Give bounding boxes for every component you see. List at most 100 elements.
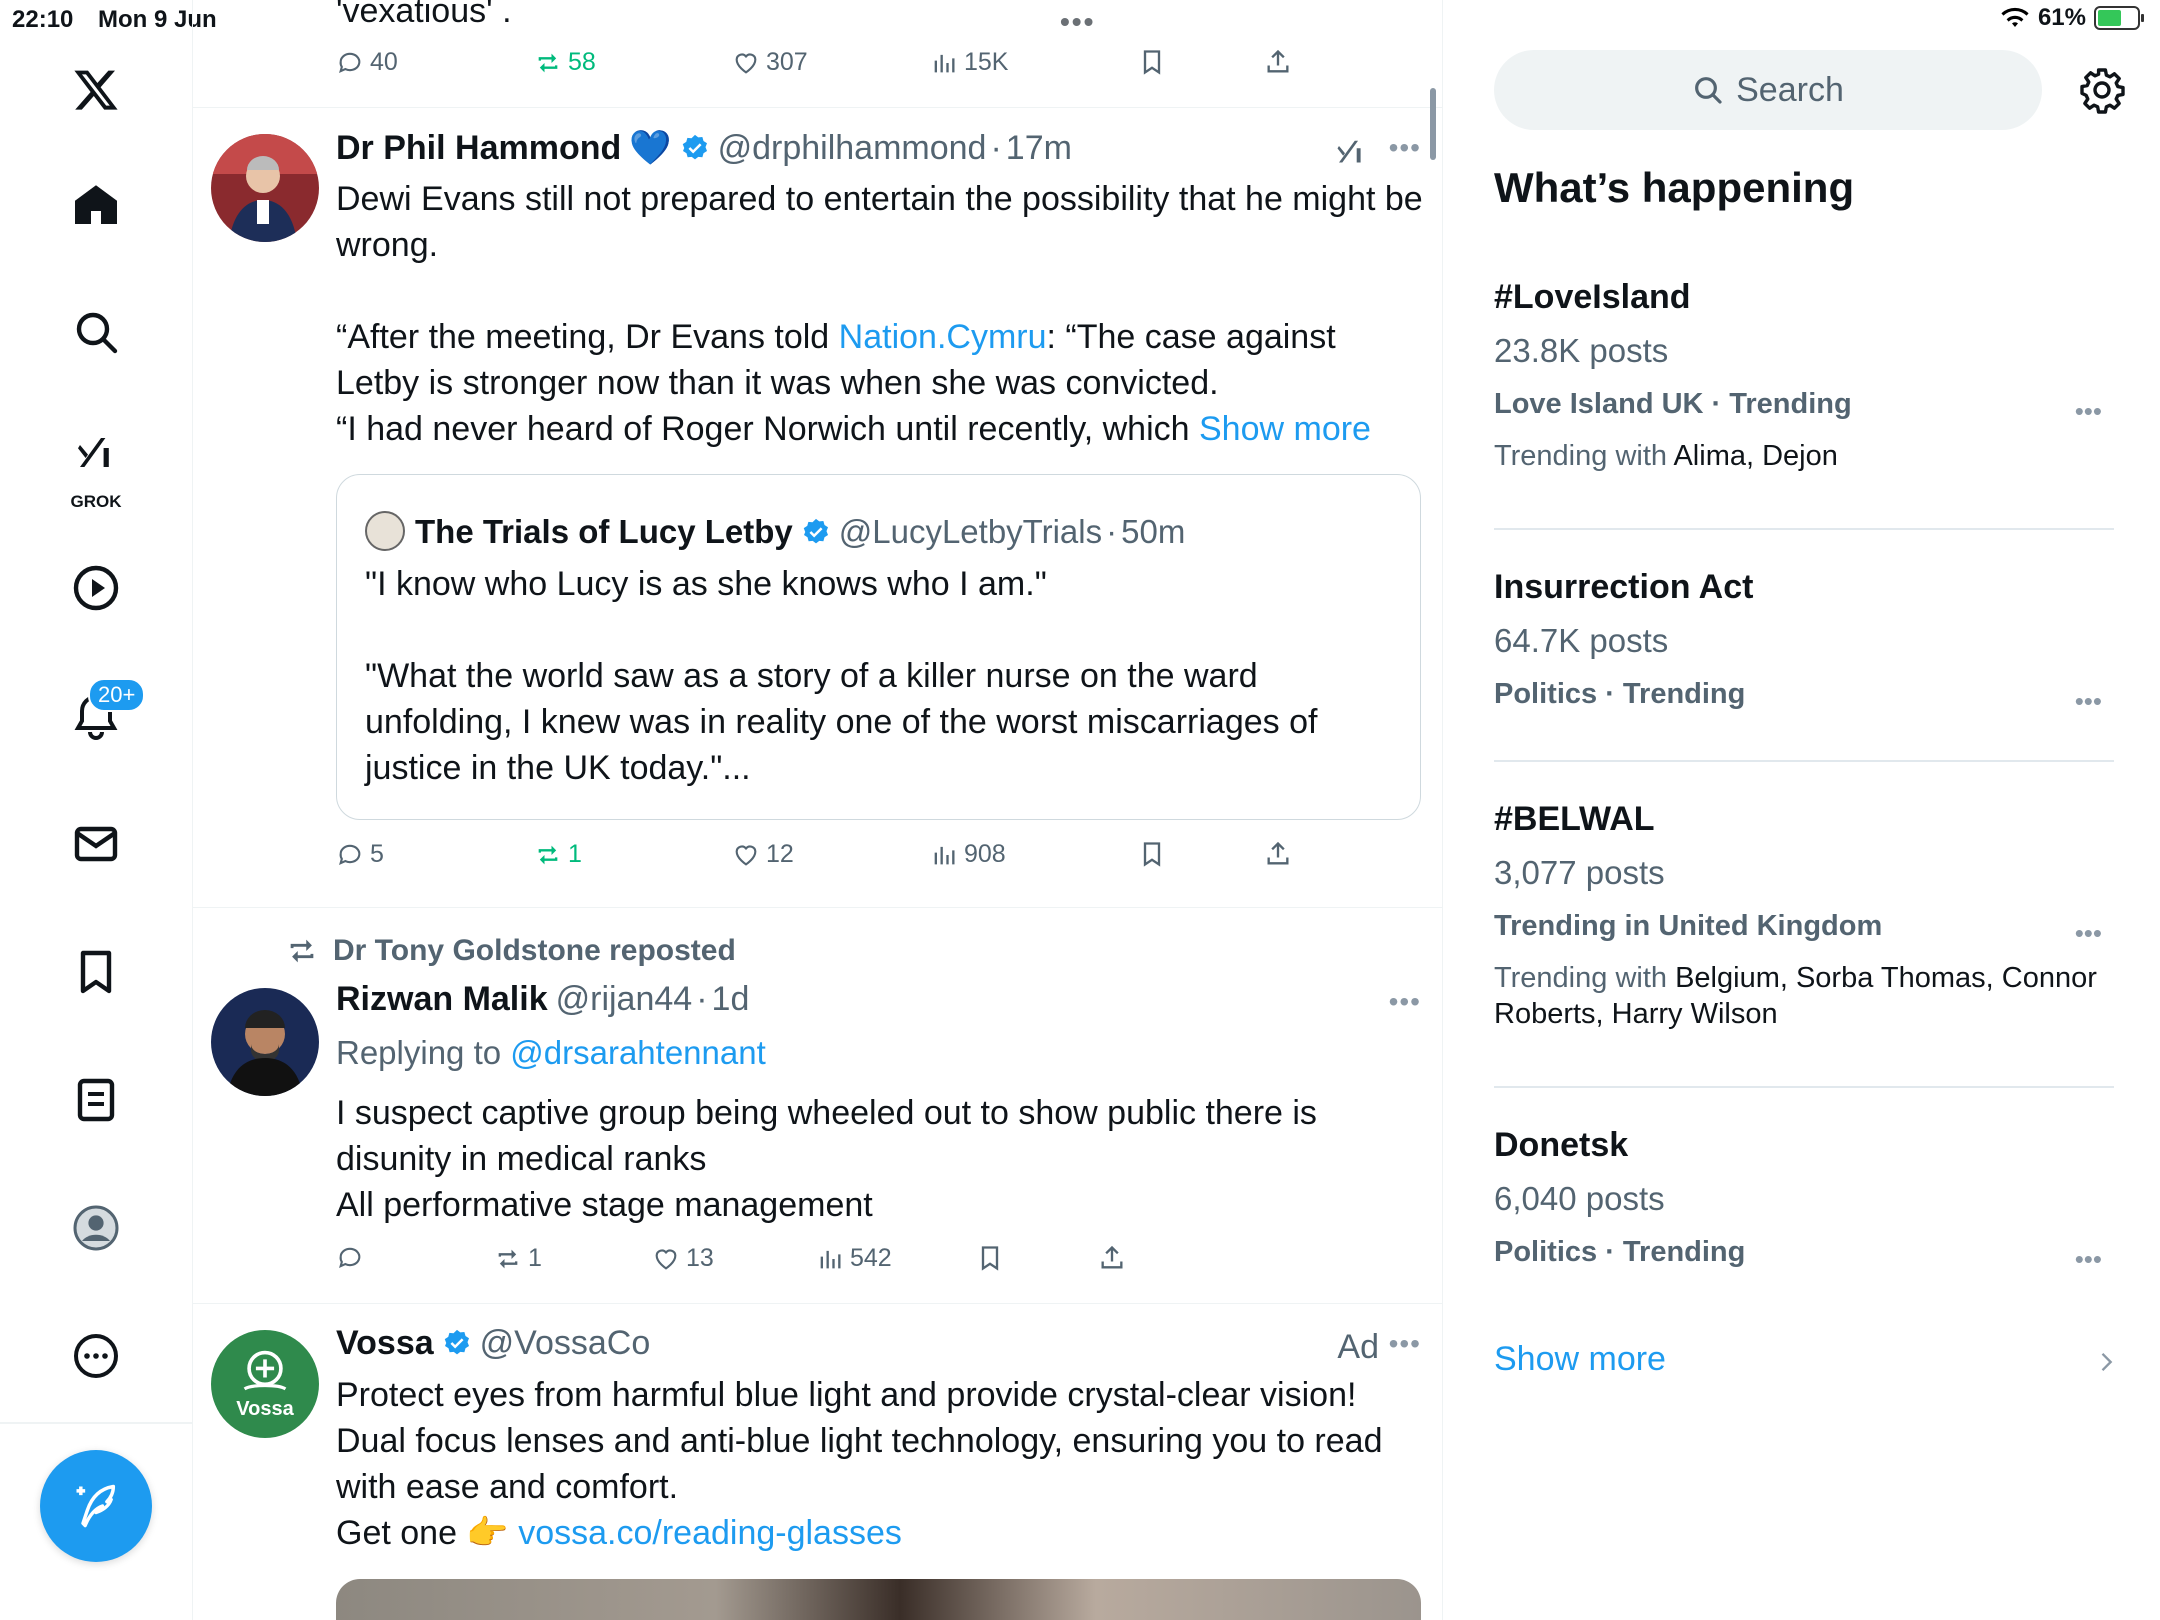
show-more-link[interactable]: Show more	[1199, 410, 1371, 448]
trend-posts: 6,040 posts	[1494, 1180, 1665, 1217]
feed-scrollbar[interactable]	[1430, 88, 1436, 160]
bookmark-icon	[1143, 50, 1161, 75]
share-icon	[1267, 49, 1289, 73]
tweet-more-options[interactable]: •••	[1389, 986, 1421, 1018]
views-button[interactable]: 908	[930, 840, 1006, 869]
like-button[interactable]: 12	[732, 840, 794, 869]
share-button[interactable]	[1264, 840, 1292, 868]
author-name[interactable]: Rizwan Malik	[336, 980, 548, 1019]
tweet-actions: 40 58 307 15K	[336, 48, 1336, 88]
replying-to: Replying to @drsarahtennant	[336, 1028, 1423, 1084]
author-handle[interactable]: @VossaCo	[480, 1324, 651, 1363]
search-placeholder: Search	[1736, 70, 1844, 109]
ad-text-3: Get one 👉 vossa.co/reading-glasses	[336, 1510, 1423, 1556]
views-button[interactable]: 542	[816, 1244, 892, 1273]
grok-nav-item[interactable]: GROK	[48, 418, 144, 511]
search-icon	[1695, 77, 1722, 104]
quoted-author-name[interactable]: The Trials of Lucy Letby	[415, 513, 793, 551]
trend-item[interactable]: Donetsk 6,040 posts Politics · Trending …	[1494, 1126, 2118, 1286]
share-icon	[1267, 841, 1289, 865]
views-button[interactable]: 15K	[930, 48, 1008, 77]
post-time[interactable]: 17m	[1006, 129, 1072, 168]
author-handle[interactable]: @rijan44	[556, 980, 693, 1019]
repost-button[interactable]: 1	[534, 840, 582, 869]
like-button[interactable]: 307	[732, 48, 808, 77]
reply-count: 5	[370, 840, 384, 868]
like-count: 307	[766, 48, 808, 76]
lists-icon[interactable]	[48, 1060, 144, 1140]
trend-more-options[interactable]: •••	[2075, 396, 2102, 427]
left-nav: GROK 20+	[0, 0, 193, 1620]
trend-more-options[interactable]: •••	[2075, 686, 2102, 717]
timeline-feed[interactable]: 'vexatious' . 40 58 307 15K Dr Phil Hamm…	[193, 0, 1443, 1620]
author-name[interactable]: Vossa	[336, 1324, 434, 1363]
bookmark-button[interactable]	[1138, 840, 1166, 868]
trend-with: Trending with Alima, Dejon	[1494, 438, 2118, 474]
heart-icon	[735, 845, 757, 866]
quoted-post-time: 50m	[1121, 513, 1186, 550]
views-chart-icon	[934, 54, 955, 72]
bookmark-button[interactable]	[1138, 48, 1166, 76]
avatar-dr-phil-hammond[interactable]	[211, 134, 319, 242]
bookmark-button[interactable]	[976, 1244, 1004, 1272]
trend-divider	[1494, 528, 2114, 530]
profile-avatar-icon[interactable]	[48, 1188, 144, 1268]
avatar-vossa[interactable]: Vossa	[211, 1330, 319, 1438]
reposted-by-label[interactable]: Dr Tony Goldstone reposted	[333, 934, 736, 968]
tweet-vossa-ad[interactable]: Vossa Vossa @VossaCo Protect eyes from h…	[193, 1304, 1442, 1620]
share-button[interactable]	[1264, 48, 1292, 76]
author-name[interactable]: Dr Phil Hammond	[336, 129, 621, 168]
nation-cymru-link[interactable]: Nation.Cymru	[839, 318, 1047, 356]
repost-button[interactable]: 1	[494, 1244, 542, 1273]
share-button[interactable]	[1098, 1244, 1126, 1272]
trend-with-label: Trending with	[1494, 440, 1674, 472]
search-input[interactable]: Search	[1494, 50, 2042, 130]
trend-item[interactable]: Insurrection Act 64.7K posts Politics · …	[1494, 568, 2118, 728]
trend-more-options[interactable]: •••	[2075, 1244, 2102, 1275]
tweet-previous[interactable]: 'vexatious' . 40 58 307 15K	[193, 0, 1442, 108]
quoted-author-handle[interactable]: @LucyLetbyTrials	[839, 513, 1102, 551]
tweet-more-options[interactable]: •••	[1389, 132, 1421, 164]
explore-search-icon[interactable]	[48, 292, 144, 372]
trend-more-options[interactable]: •••	[2075, 918, 2102, 949]
trend-category: Politics · Trending	[1494, 678, 1746, 710]
reply-button[interactable]: 40	[336, 48, 398, 77]
author-handle[interactable]: @drphilhammond	[718, 129, 987, 168]
quoted-tweet-text: "I know who Lucy is as she knows who I a…	[365, 561, 1365, 791]
grok-explain-icon[interactable]	[1333, 132, 1373, 172]
repost-button[interactable]: 58	[534, 48, 596, 77]
video-play-icon[interactable]	[48, 548, 144, 628]
notifications-bell-icon[interactable]: 20+	[48, 676, 146, 756]
messages-envelope-icon[interactable]	[48, 804, 144, 884]
more-options-icon[interactable]	[48, 1316, 144, 1396]
bookmarks-icon[interactable]	[48, 932, 144, 1012]
trend-item[interactable]: #BELWAL 3,077 posts Trending in United K…	[1494, 800, 2118, 1032]
tweet-more-options[interactable]: •••	[1389, 1328, 1421, 1360]
settings-gear-icon[interactable]	[2078, 66, 2126, 114]
replying-to-label: Replying to	[336, 1034, 511, 1071]
like-button[interactable]: 13	[652, 1244, 714, 1273]
repost-icon	[538, 53, 558, 72]
ad-media-image[interactable]	[336, 1579, 1421, 1620]
avatar-lucy-letby-trials[interactable]	[365, 511, 405, 551]
separator: ·	[696, 980, 708, 1018]
tweet-drphilhammond[interactable]: Dr Phil Hammond 💙 @drphilhammond · 17m D…	[193, 108, 1442, 908]
home-icon[interactable]	[48, 164, 144, 244]
tweet-text-1: I suspect captive group being wheeled ou…	[336, 1094, 1317, 1178]
quoted-tweet[interactable]: The Trials of Lucy Letby @LucyLetbyTrial…	[336, 474, 1421, 820]
post-time[interactable]: 1d	[712, 980, 750, 1019]
reply-icon	[339, 52, 361, 73]
trends-show-more-link[interactable]: Show more	[1494, 1340, 1666, 1379]
x-logo-icon[interactable]	[48, 50, 144, 130]
quoted-tweet-header: The Trials of Lucy Letby @LucyLetbyTrial…	[365, 503, 1185, 551]
tweet-rizwan-malik[interactable]: Dr Tony Goldstone reposted Rizwan Malik …	[193, 908, 1442, 1304]
avatar-rizwan-malik[interactable]	[211, 988, 319, 1096]
reply-button[interactable]: 5	[336, 840, 384, 869]
chevron-right-icon[interactable]	[2092, 1348, 2120, 1376]
vossa-link[interactable]: vossa.co/reading-glasses	[518, 1514, 902, 1552]
replying-to-handle[interactable]: @drsarahtennant	[510, 1034, 766, 1071]
trend-item[interactable]: #LoveIsland 23.8K posts Love Island UK ·…	[1494, 278, 2118, 474]
compose-post-button[interactable]	[40, 1450, 152, 1562]
reply-button[interactable]	[336, 1244, 364, 1272]
view-count: 542	[850, 1244, 892, 1272]
